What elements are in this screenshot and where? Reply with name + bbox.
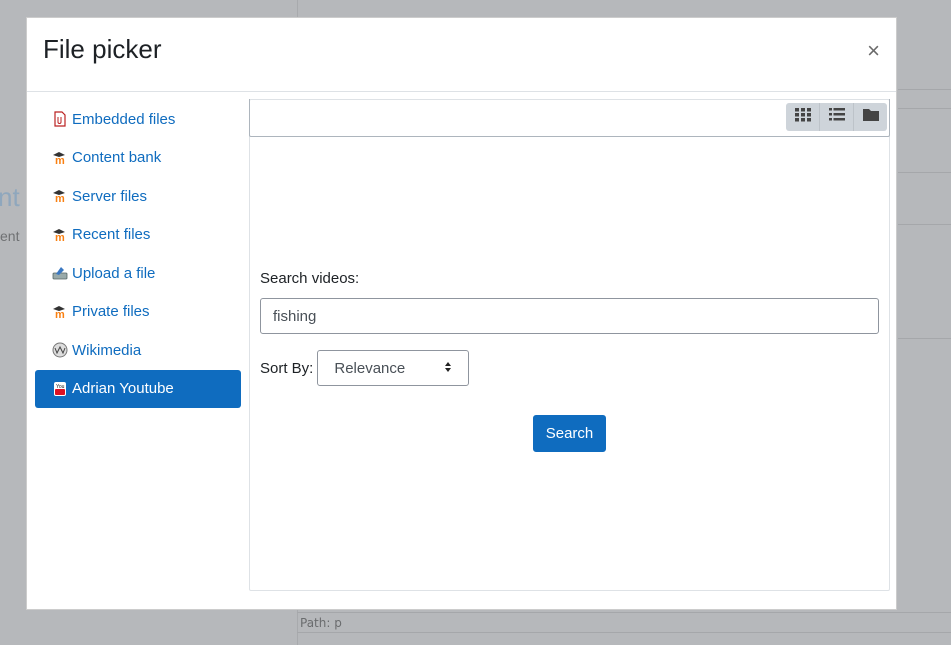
repo-label: Embedded files — [72, 110, 176, 128]
folder-view-button[interactable] — [854, 103, 887, 131]
repo-item-adrian-youtube[interactable]: You Adrian Youtube — [35, 369, 241, 408]
repo-item-upload-a-file[interactable]: Upload a file — [35, 254, 241, 293]
editor-path-bar: Path: p — [297, 612, 951, 633]
sort-by-select[interactable]: Relevance — [317, 350, 470, 386]
list-view-button[interactable] — [820, 103, 854, 131]
sort-caret-icon — [444, 360, 452, 377]
search-videos-input[interactable] — [260, 298, 879, 334]
grid-view-icon — [794, 107, 811, 127]
youtube-search-form: Search videos: Sort By: Relevance Search — [260, 270, 880, 452]
moodle-icon: m — [52, 304, 68, 320]
repo-label: Server files — [72, 187, 148, 205]
repository-list: Embedded files m Content bank m Server f… — [35, 100, 241, 408]
moodle-icon: m — [52, 150, 68, 166]
sort-by-value: Relevance — [334, 359, 406, 377]
svg-text:m: m — [55, 155, 65, 165]
dialog-title: File picker — [43, 34, 162, 64]
repo-label: Wikimedia — [72, 341, 142, 359]
dialog-header: File picker × — [27, 18, 896, 92]
svg-text:You: You — [56, 384, 65, 390]
svg-text:m: m — [55, 309, 65, 319]
grid-view-button[interactable] — [786, 103, 820, 131]
repo-item-embedded-files[interactable]: Embedded files — [35, 100, 241, 139]
background-divider — [898, 89, 951, 90]
svg-text:m: m — [55, 193, 65, 203]
embedded-files-icon — [52, 111, 68, 127]
view-switcher — [786, 103, 887, 131]
repo-label: Recent files — [72, 226, 151, 244]
repo-item-content-bank[interactable]: m Content bank — [35, 139, 241, 178]
background-text: ent — [0, 228, 20, 244]
folder-view-icon — [862, 108, 879, 126]
background-divider — [898, 108, 951, 109]
repo-label: Adrian Youtube — [72, 380, 174, 398]
repo-item-recent-files[interactable]: m Recent files — [35, 216, 241, 255]
svg-text:m: m — [55, 232, 65, 242]
repo-item-wikimedia[interactable]: Wikimedia — [35, 331, 241, 370]
close-button[interactable]: × — [867, 40, 880, 62]
background-divider — [898, 338, 951, 339]
file-picker-toolbar — [249, 99, 890, 137]
wikimedia-icon — [52, 342, 68, 358]
moodle-icon: m — [52, 227, 68, 243]
repo-label: Upload a file — [72, 264, 156, 282]
search-videos-label: Search videos: — [260, 270, 360, 287]
background-heading: nt — [0, 182, 20, 212]
background-divider — [898, 224, 951, 225]
repo-label: Content bank — [72, 149, 162, 167]
search-button[interactable]: Search — [533, 415, 606, 452]
repo-label: Private files — [72, 303, 150, 321]
moodle-icon: m — [52, 188, 68, 204]
repo-item-private-files[interactable]: m Private files — [35, 293, 241, 332]
background-divider — [898, 172, 951, 173]
sort-by-label: Sort By: — [260, 359, 314, 377]
repo-item-server-files[interactable]: m Server files — [35, 177, 241, 216]
youtube-icon: You — [52, 381, 68, 397]
file-picker-dialog: File picker × Embedded files m Content b… — [26, 17, 897, 610]
upload-icon — [52, 265, 68, 281]
sort-row: Sort By: Relevance — [260, 350, 880, 386]
list-view-icon — [828, 108, 845, 126]
file-picker-content: Search videos: Sort By: Relevance Search — [249, 99, 890, 591]
